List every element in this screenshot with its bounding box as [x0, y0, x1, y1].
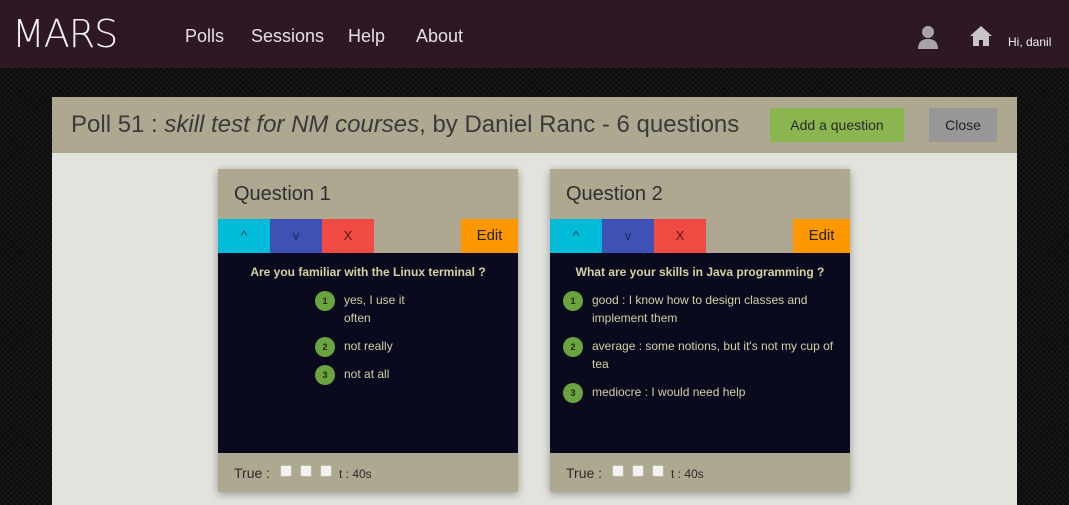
move-up-button[interactable]: ^ — [218, 219, 270, 253]
answer-number-badge: 3 — [563, 383, 583, 403]
move-up-button[interactable]: ^ — [550, 219, 602, 253]
answer-text: yes, I use it often — [344, 293, 405, 325]
question-body: Are you familiar with the Linux terminal… — [218, 253, 518, 453]
answer-item: 1 yes, I use it often — [315, 291, 415, 327]
answer-number-badge: 1 — [315, 291, 335, 311]
add-question-button[interactable]: Add a question — [770, 108, 904, 142]
answer-item: 2 not really — [315, 337, 465, 357]
home-icon[interactable] — [969, 25, 993, 47]
answer-2-true-checkbox[interactable] — [632, 465, 644, 477]
question-body: What are your skills in Java programming… — [550, 253, 850, 453]
answer-item: 3 mediocre : I would need help — [563, 383, 838, 403]
question-footer: True : t : 40s — [218, 453, 518, 492]
poll-author-count: , by Daniel Ranc - 6 questions — [419, 111, 740, 138]
brand-logo[interactable]: MARS — [12, 12, 118, 56]
answer-text: mediocre : I would need help — [592, 385, 746, 399]
question-text: Are you familiar with the Linux terminal… — [250, 265, 486, 279]
answer-text: not really — [344, 339, 393, 353]
answer-text: average : some notions, but it's not my … — [592, 339, 834, 371]
navbar: MARS Polls Sessions Help About Hi, danil — [0, 0, 1069, 68]
nav-link-about[interactable]: About — [416, 26, 463, 47]
answer-number-badge: 2 — [563, 337, 583, 357]
answer-3-true-checkbox[interactable] — [652, 465, 664, 477]
time-limit: t : 40s — [671, 467, 704, 481]
answer-1-true-checkbox[interactable] — [612, 465, 624, 477]
answer-3-true-checkbox[interactable] — [320, 465, 332, 477]
nav-link-polls[interactable]: Polls — [185, 26, 224, 47]
question-text: What are your skills in Java programming… — [575, 265, 825, 279]
delete-button[interactable]: X — [322, 219, 374, 253]
question-footer: True : t : 40s — [550, 453, 850, 492]
question-title: Question 1 — [234, 183, 331, 205]
true-label: True : — [234, 465, 271, 481]
delete-button[interactable]: X — [654, 219, 706, 253]
answer-number-badge: 3 — [315, 365, 335, 385]
move-down-button[interactable]: v — [602, 219, 654, 253]
poll-panel: Poll 51 : skill test for NM courses, by … — [52, 97, 1017, 505]
answer-number-badge: 1 — [563, 291, 583, 311]
poll-number: Poll 51 : — [71, 111, 165, 138]
answer-item: 2 average : some notions, but it's not m… — [563, 337, 838, 373]
question-card: Question 1 ^ v X Edit Are you familiar w… — [218, 169, 518, 492]
page-title: Poll 51 : skill test for NM courses, by … — [71, 111, 739, 139]
user-greeting: Hi, danil — [1008, 35, 1052, 49]
question-card: Question 2 ^ v X Edit What are your skil… — [550, 169, 850, 492]
true-label: True : — [566, 465, 603, 481]
answer-item: 1 good : I know how to design classes an… — [563, 291, 838, 327]
edit-button[interactable]: Edit — [461, 219, 518, 253]
question-title: Question 2 — [566, 183, 663, 205]
nav-link-help[interactable]: Help — [348, 26, 385, 47]
answer-2-true-checkbox[interactable] — [300, 465, 312, 477]
close-button[interactable]: Close — [929, 108, 997, 142]
poll-name: skill test for NM courses — [164, 111, 420, 138]
time-limit: t : 40s — [339, 467, 372, 481]
answer-item: 3 not at all — [315, 365, 465, 385]
answer-number-badge: 2 — [315, 337, 335, 357]
edit-button[interactable]: Edit — [793, 219, 850, 253]
nav-link-sessions[interactable]: Sessions — [251, 26, 324, 47]
answer-1-true-checkbox[interactable] — [280, 465, 292, 477]
answer-text: not at all — [344, 367, 390, 381]
move-down-button[interactable]: v — [270, 219, 322, 253]
user-icon[interactable] — [917, 25, 939, 49]
answer-text: good : I know how to design classes and … — [592, 293, 808, 325]
poll-header: Poll 51 : skill test for NM courses, by … — [52, 97, 1017, 153]
